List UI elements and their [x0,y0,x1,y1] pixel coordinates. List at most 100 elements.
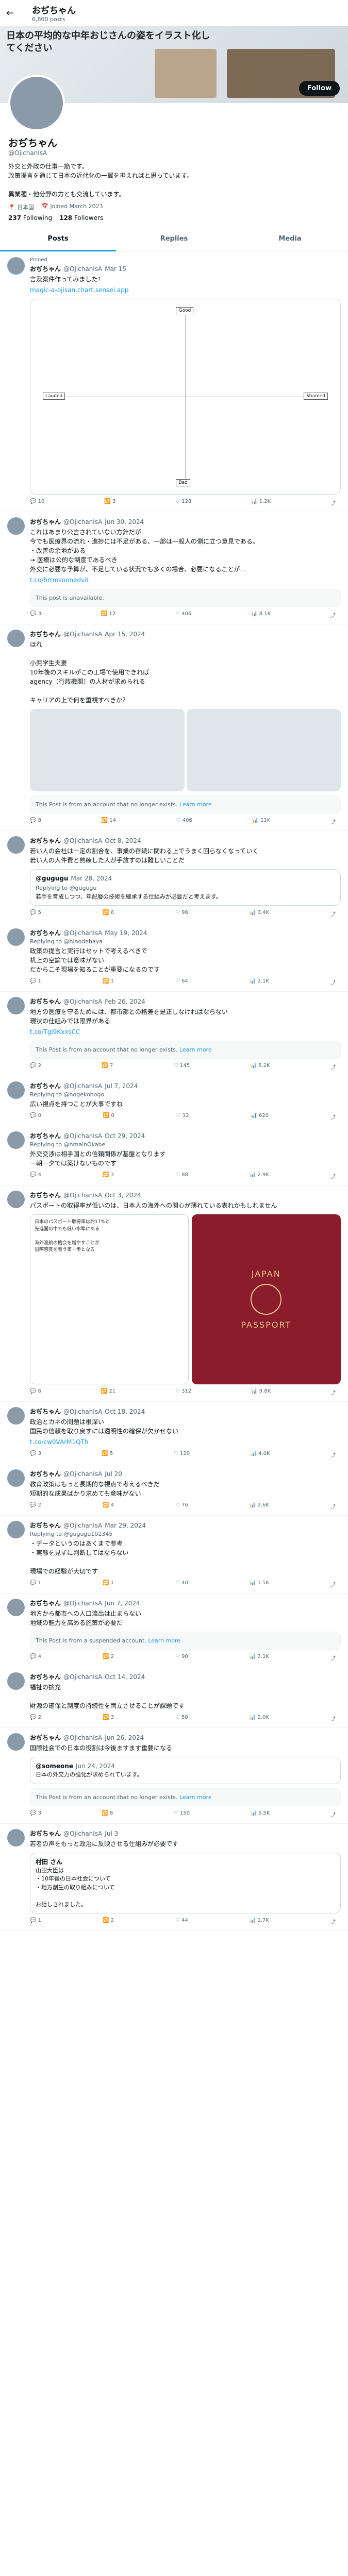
retweet-button[interactable]: 🔁 3 [104,499,115,506]
tweet-author[interactable]: おぢちゃん [30,1672,61,1681]
views-button[interactable]: 📊 1.2K [251,499,271,506]
like-button[interactable]: ♡ 44 [175,1918,188,1925]
tweet-avatar[interactable] [7,928,25,946]
views-button[interactable]: 📊 8.1K [251,611,271,619]
tweet[interactable]: おぢちゃん @OjichanIsA Jul 3 若者の声をもっと政治に反映させる仕組み… [0,1824,348,1931]
tweet-date[interactable]: Jun 26, 2024 [105,1734,144,1741]
replying-to[interactable]: Replying to @hmainOkabe [30,1141,341,1148]
replying-to[interactable]: Replying to @hogekohogo [30,1091,341,1098]
tweet-author[interactable]: おぢちゃん [30,1081,61,1090]
tweet-author[interactable]: おぢちゃん [30,1521,61,1530]
tweet[interactable]: おぢちゃん @OjichanIsA May 19, 2024 Replying to … [0,923,348,992]
tweet-date[interactable]: Mar 29, 2024 [105,1522,146,1529]
tweet-link[interactable]: magic-a-ojisan.chart.sensei.app [30,285,341,295]
retweet-button[interactable]: 🔁 7 [102,1063,113,1071]
like-button[interactable]: ♡ 76 [175,1502,188,1510]
reply-button[interactable]: 💬 1 [30,1918,41,1925]
share-icon[interactable]: ⤴ [330,1810,336,1818]
tweet-author[interactable]: おぢちゃん [30,1733,61,1742]
tweet[interactable]: Pinned おぢちゃん @OjichanIsA Mar 15 言及案件作ってみました！… [0,252,348,512]
retweet-button[interactable]: 🔁 3 [103,1172,114,1180]
share-icon[interactable]: ⤴ [330,611,336,619]
like-button[interactable]: ♡ 312 [175,1388,191,1396]
tweet-date[interactable]: Feb 26, 2024 [105,998,145,1005]
tweet-date[interactable]: Jul 3 [105,1830,118,1837]
retweet-button[interactable]: 🔁 12 [101,611,115,619]
tweet-avatar[interactable] [7,1599,25,1616]
tweet-handle[interactable]: @OjichanIsA [63,1470,102,1478]
tweet-handle[interactable]: @OjichanIsA [63,929,102,937]
tweet[interactable]: おぢちゃん @OjichanIsA Jul 20 教育政策はもっと長期的な視点で考える… [0,1464,348,1516]
tweet-avatar[interactable] [7,836,25,854]
views-button[interactable]: 📊 5.2K [250,1063,270,1071]
tab-replies[interactable]: Replies [116,228,232,251]
reply-button[interactable]: 💬 3 [30,1451,41,1459]
like-button[interactable]: ♡ 88 [175,1172,188,1180]
like-button[interactable]: ♡ 150 [174,1810,190,1818]
tweet-avatar[interactable] [7,1469,25,1487]
tweet-avatar[interactable] [7,1672,25,1690]
retweet-button[interactable]: 🔁 0 [103,1113,114,1121]
retweet-button[interactable]: 🔁 4 [103,1502,114,1510]
views-button[interactable]: 📊 1.5K [250,1580,269,1588]
share-icon[interactable]: ⤴ [330,1388,336,1396]
views-button[interactable]: 📊 1.7K [250,1918,269,1925]
tweet-handle[interactable]: @OjichanIsA [63,631,102,638]
tweet-date[interactable]: May 19, 2024 [105,929,147,937]
like-button[interactable]: ♡ 120 [174,1451,190,1459]
tweet-avatar[interactable] [7,257,25,275]
retweet-button[interactable]: 🔁 6 [103,910,114,918]
tweet-image[interactable] [30,709,185,791]
following-link[interactable]: 237 Following [8,214,52,222]
tweet-link[interactable]: t.co/cw0VArM1QTh [30,1437,341,1447]
tweet-author[interactable]: おぢちゃん [30,517,61,526]
tweet-avatar[interactable] [7,1407,25,1425]
like-button[interactable]: ♡ 128 [175,499,191,506]
tweet-author[interactable]: おぢちゃん [30,630,61,638]
share-icon[interactable]: ⤴ [330,1113,336,1121]
share-icon[interactable]: ⤴ [330,1918,336,1925]
quoted-tweet[interactable]: @gugugu Mar 28, 2024 Replying to @gugugu 若手… [30,869,341,906]
share-icon[interactable]: ⤴ [330,1063,336,1071]
passport-image[interactable]: JAPAN PASSPORT [191,1214,341,1384]
views-button[interactable]: 📊 3.4K [250,910,269,918]
tweet-author[interactable]: おぢちゃん [30,264,61,273]
tweet-handle[interactable]: @OjichanIsA [63,265,102,273]
tweet-date[interactable]: Mar 15 [105,265,126,273]
views-button[interactable]: 📊 9.8K [251,1388,271,1396]
share-icon[interactable]: ⤴ [330,1654,336,1662]
tweet[interactable]: おぢちゃん @OjichanIsA Mar 29, 2024 Replying to … [0,1516,348,1594]
tab-media[interactable]: Media [232,228,348,251]
like-button[interactable]: ♡ 406 [175,611,191,619]
retweet-button[interactable]: 🔁 1 [103,978,114,986]
share-icon[interactable]: ⤴ [330,1172,336,1180]
tweet[interactable]: おぢちゃん @OjichanIsA Oct 14, 2024 福祉の拡充 財源の確保と… [0,1667,348,1728]
share-icon[interactable]: ⤴ [330,1502,336,1510]
views-button[interactable]: 📊 4.0K [250,1451,270,1459]
tweet[interactable]: おぢちゃん @OjichanIsA Oct 18, 2024 政治とカネの問題は根深い… [0,1402,348,1464]
tweet-avatar[interactable] [7,517,25,535]
reply-button[interactable]: 💬 8 [30,818,41,825]
reply-button[interactable]: 💬 2 [30,1063,41,1071]
reply-button[interactable]: 💬 4 [30,1172,41,1180]
reply-button[interactable]: 💬 6 [30,1388,41,1396]
tweet[interactable]: おぢちゃん @OjichanIsA Feb 26, 2024 地方の医療を守るためには… [0,992,348,1076]
tweet-author[interactable]: おぢちゃん [30,1131,61,1140]
tweet[interactable]: おぢちゃん @OjichanIsA Jun 26, 2024 国際社会での日本の役割は… [0,1728,348,1824]
tweet-author[interactable]: おぢちゃん [30,1599,61,1607]
tweet-image[interactable] [186,709,341,791]
tweet-date[interactable]: Oct 8, 2024 [105,837,141,844]
tweet-avatar[interactable] [7,1733,25,1751]
quoted-tweet[interactable]: @someone Jun 24, 2024 日本の外交力の強化が求められています。 [30,1757,341,1784]
views-button[interactable]: 📊 11K [252,818,270,825]
tweet-handle[interactable]: @OjichanIsA [63,1830,102,1837]
tweet-handle[interactable]: @OjichanIsA [63,837,102,844]
tweet-avatar[interactable] [7,1521,25,1538]
tab-posts[interactable]: Posts [0,228,116,251]
avatar[interactable] [8,75,65,131]
retweet-button[interactable]: 🔁 2 [103,1654,114,1662]
reply-button[interactable]: 💬 1 [30,978,41,986]
tweet-date[interactable]: Jun 7, 2024 [105,1600,140,1607]
views-button[interactable]: 📊 2.9K [250,1172,269,1180]
share-icon[interactable]: ⤴ [330,910,336,918]
